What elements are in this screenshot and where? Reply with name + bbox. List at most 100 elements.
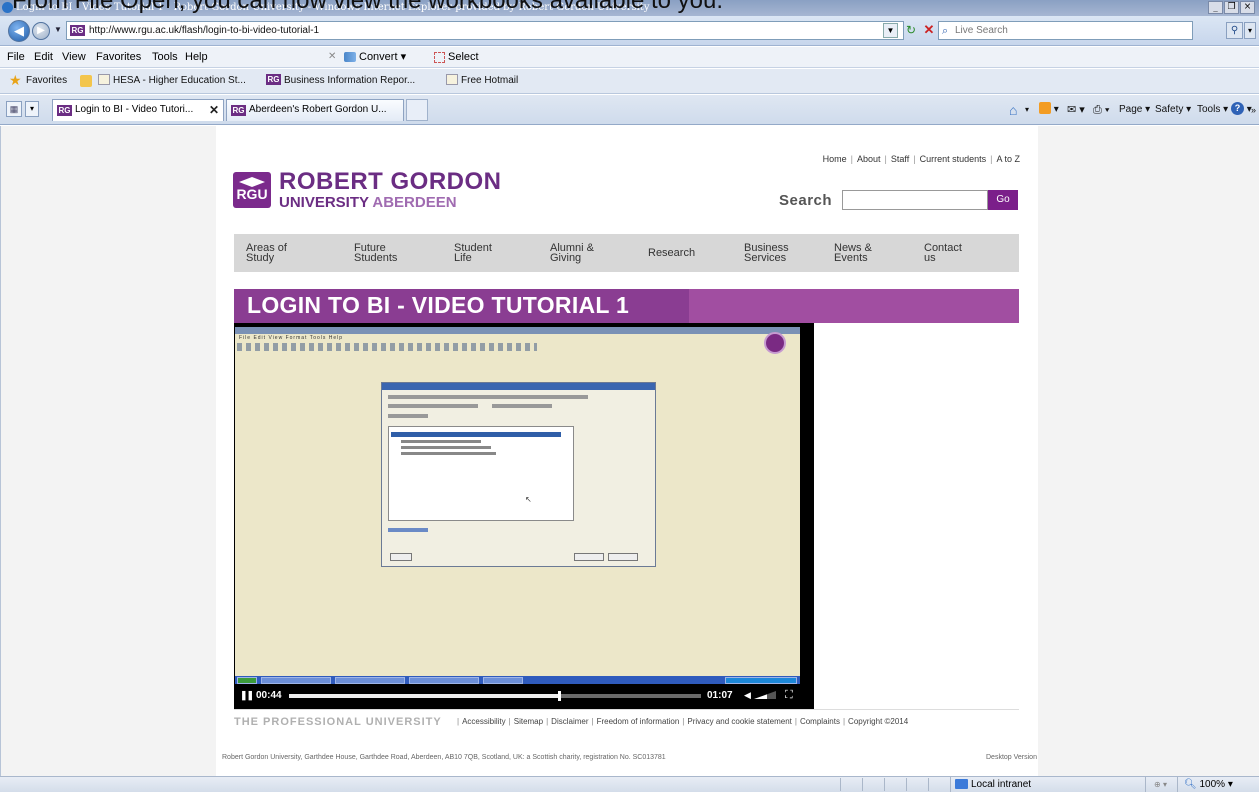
total-time: 01:07 — [707, 690, 733, 701]
favorite-link-hotmail[interactable]: Free Hotmail — [446, 69, 518, 93]
link-sitemap[interactable]: Sitemap — [514, 717, 543, 726]
favorite-link-label: Business Information Repor... — [284, 75, 416, 86]
tab-list-icon[interactable]: ▾ — [25, 101, 39, 117]
nav-news-events[interactable]: News & Events — [834, 234, 872, 272]
site-favicon: RG — [266, 73, 281, 85]
search-placeholder: Live Search — [955, 25, 1008, 36]
link-a-to-z[interactable]: A to Z — [996, 154, 1020, 164]
video-player[interactable]: File Edit View Format Tools Help ↖ ❚❚ 00… — [234, 323, 814, 709]
status-cell — [928, 778, 950, 791]
rgu-logo[interactable]: RGU ROBERT GORDON UNIVERSITY ABERDEEN — [233, 170, 501, 214]
command-bar: ⌂ ▾ ▾ ✉ ▾ ⎙ ▾ Page ▾ Safety ▾ Tools ▾ ? … — [1009, 99, 1259, 121]
link-freedom-of-information[interactable]: Freedom of information — [597, 717, 680, 726]
nav-future-students[interactable]: Future Students — [354, 234, 397, 272]
rgu-crest-icon: RGU — [233, 172, 271, 208]
protected-mode-icon[interactable]: ⊕ ▾ — [1145, 777, 1175, 792]
caption-text: From File Open, you can now view the wor… — [12, 0, 724, 14]
favorite-link-business[interactable]: RG Business Information Repor... — [266, 69, 415, 93]
pause-icon[interactable]: ❚❚ — [240, 690, 254, 701]
menu-file[interactable]: File — [7, 47, 25, 67]
select-button[interactable]: Select — [434, 47, 479, 67]
fullscreen-icon[interactable]: ⛶ — [785, 689, 793, 702]
link-privacy[interactable]: Privacy and cookie statement — [687, 717, 792, 726]
favorite-link-hesa[interactable]: HESA - Higher Education St... — [98, 69, 246, 93]
volume-icon[interactable]: ◀ — [744, 690, 751, 701]
safety-menu[interactable]: Safety ▾ — [1155, 99, 1191, 121]
site-search-go-button[interactable]: Go — [988, 190, 1018, 210]
back-button[interactable]: ◀ — [8, 20, 30, 42]
tab-bar: ▦ ▾ RG Login to BI - Video Tutori... ✕ R… — [0, 95, 1259, 125]
site-search-input[interactable] — [842, 190, 988, 210]
link-disclaimer[interactable]: Disclaimer — [551, 717, 588, 726]
url-dropdown-icon[interactable]: ▼ — [883, 23, 898, 38]
toolbar-close-icon[interactable]: ✕ — [328, 47, 336, 67]
nav-areas-of-study[interactable]: Areas of Study — [246, 234, 287, 272]
search-options-icon[interactable]: ▾ — [1244, 22, 1256, 39]
link-copyright[interactable]: Copyright ©2014 — [848, 717, 908, 726]
zoom-control[interactable]: 🔍︎ 100% ▾ — [1177, 777, 1259, 792]
nav-contact-us[interactable]: Contact us — [924, 234, 962, 272]
home-dropdown-icon[interactable]: ▾ — [1025, 99, 1029, 121]
url-field[interactable]: RG http://www.rgu.ac.uk/flash/login-to-b… — [66, 21, 904, 40]
desktop-version-link[interactable]: Desktop Version — [986, 754, 1037, 761]
link-current-students[interactable]: Current students — [920, 154, 987, 164]
home-icon[interactable]: ⌂ — [1009, 99, 1017, 121]
tab-login-to-bi[interactable]: RG Login to BI - Video Tutori... ✕ — [52, 99, 224, 121]
zone-label: Local intranet — [971, 779, 1032, 790]
link-home[interactable]: Home — [823, 154, 847, 164]
security-zone[interactable]: Local intranet — [950, 777, 1082, 792]
nav-business-services[interactable]: Business Services — [744, 234, 789, 272]
mail-icon[interactable]: ✉ ▾ — [1067, 99, 1085, 121]
favorite-link-label: Free Hotmail — [461, 75, 519, 86]
add-favorite-icon[interactable] — [80, 75, 92, 87]
site-search-label: Search — [779, 192, 833, 209]
logo-badge: RGU — [236, 186, 268, 202]
favorites-label[interactable]: Favorites — [26, 69, 67, 93]
open-workbook-dialog — [381, 382, 656, 567]
seek-bar[interactable] — [289, 691, 701, 701]
nav-research[interactable]: Research — [648, 234, 695, 272]
search-go-icon[interactable]: ⚲ — [1226, 22, 1243, 39]
print-icon[interactable]: ⎙ ▾ — [1093, 99, 1109, 121]
video-frame[interactable]: File Edit View Format Tools Help ↖ — [235, 327, 800, 684]
volume-slider[interactable] — [754, 691, 776, 699]
help-menu[interactable]: ? ▾ — [1231, 99, 1252, 121]
feeds-button[interactable]: ▾ — [1039, 99, 1059, 121]
search-input[interactable]: ⌕ Live Search — [938, 21, 1193, 40]
university-address: Robert Gordon University, Garthdee House… — [222, 754, 666, 761]
link-accessibility[interactable]: Accessibility — [462, 717, 506, 726]
menu-tools[interactable]: Tools — [152, 47, 178, 67]
stop-icon[interactable]: ✕ — [921, 23, 937, 38]
refresh-icon[interactable]: ↻ — [903, 23, 919, 38]
tab-label: Login to BI - Video Tutori... — [75, 104, 194, 115]
status-cell — [840, 778, 862, 791]
site-favicon: RG — [70, 25, 85, 36]
forward-button[interactable]: ▶ — [32, 22, 50, 40]
page-icon — [98, 73, 110, 85]
tools-menu-label: Tools — [1197, 104, 1221, 115]
convert-button[interactable]: Convert ▾ — [344, 47, 406, 67]
history-dropdown-icon[interactable]: ▼ — [54, 25, 62, 34]
menu-edit[interactable]: Edit — [34, 47, 53, 67]
intranet-icon — [955, 779, 968, 789]
tab-rgu-aberdeen[interactable]: RG Aberdeen's Robert Gordon U... — [226, 99, 404, 121]
menu-favorites[interactable]: Favorites — [96, 47, 141, 67]
tab-close-icon[interactable]: ✕ — [209, 100, 219, 120]
safety-menu-label: Safety — [1155, 104, 1184, 115]
link-about[interactable]: About — [857, 154, 881, 164]
tools-menu[interactable]: Tools ▾ — [1197, 99, 1228, 121]
favorites-star-icon[interactable]: ★ — [9, 69, 22, 92]
quick-tabs-icon[interactable]: ▦ — [6, 101, 22, 117]
link-complaints[interactable]: Complaints — [800, 717, 840, 726]
nav-alumni-giving[interactable]: Alumni & Giving — [550, 234, 594, 272]
menu-view[interactable]: View — [62, 47, 86, 67]
chevron-right-icon[interactable]: » — [1251, 99, 1256, 121]
new-tab-button[interactable] — [406, 99, 428, 121]
footer-tagline: THE PROFESSIONAL UNIVERSITY — [234, 716, 442, 728]
link-staff[interactable]: Staff — [891, 154, 909, 164]
menu-help[interactable]: Help — [185, 47, 208, 67]
nav-student-life[interactable]: Student Life — [454, 234, 492, 272]
top-links: Home | About | Staff | Current students | A to Z — [822, 154, 1020, 164]
page-menu[interactable]: Page ▾ — [1119, 99, 1150, 121]
logo-name: ROBERT GORDON — [279, 168, 502, 195]
